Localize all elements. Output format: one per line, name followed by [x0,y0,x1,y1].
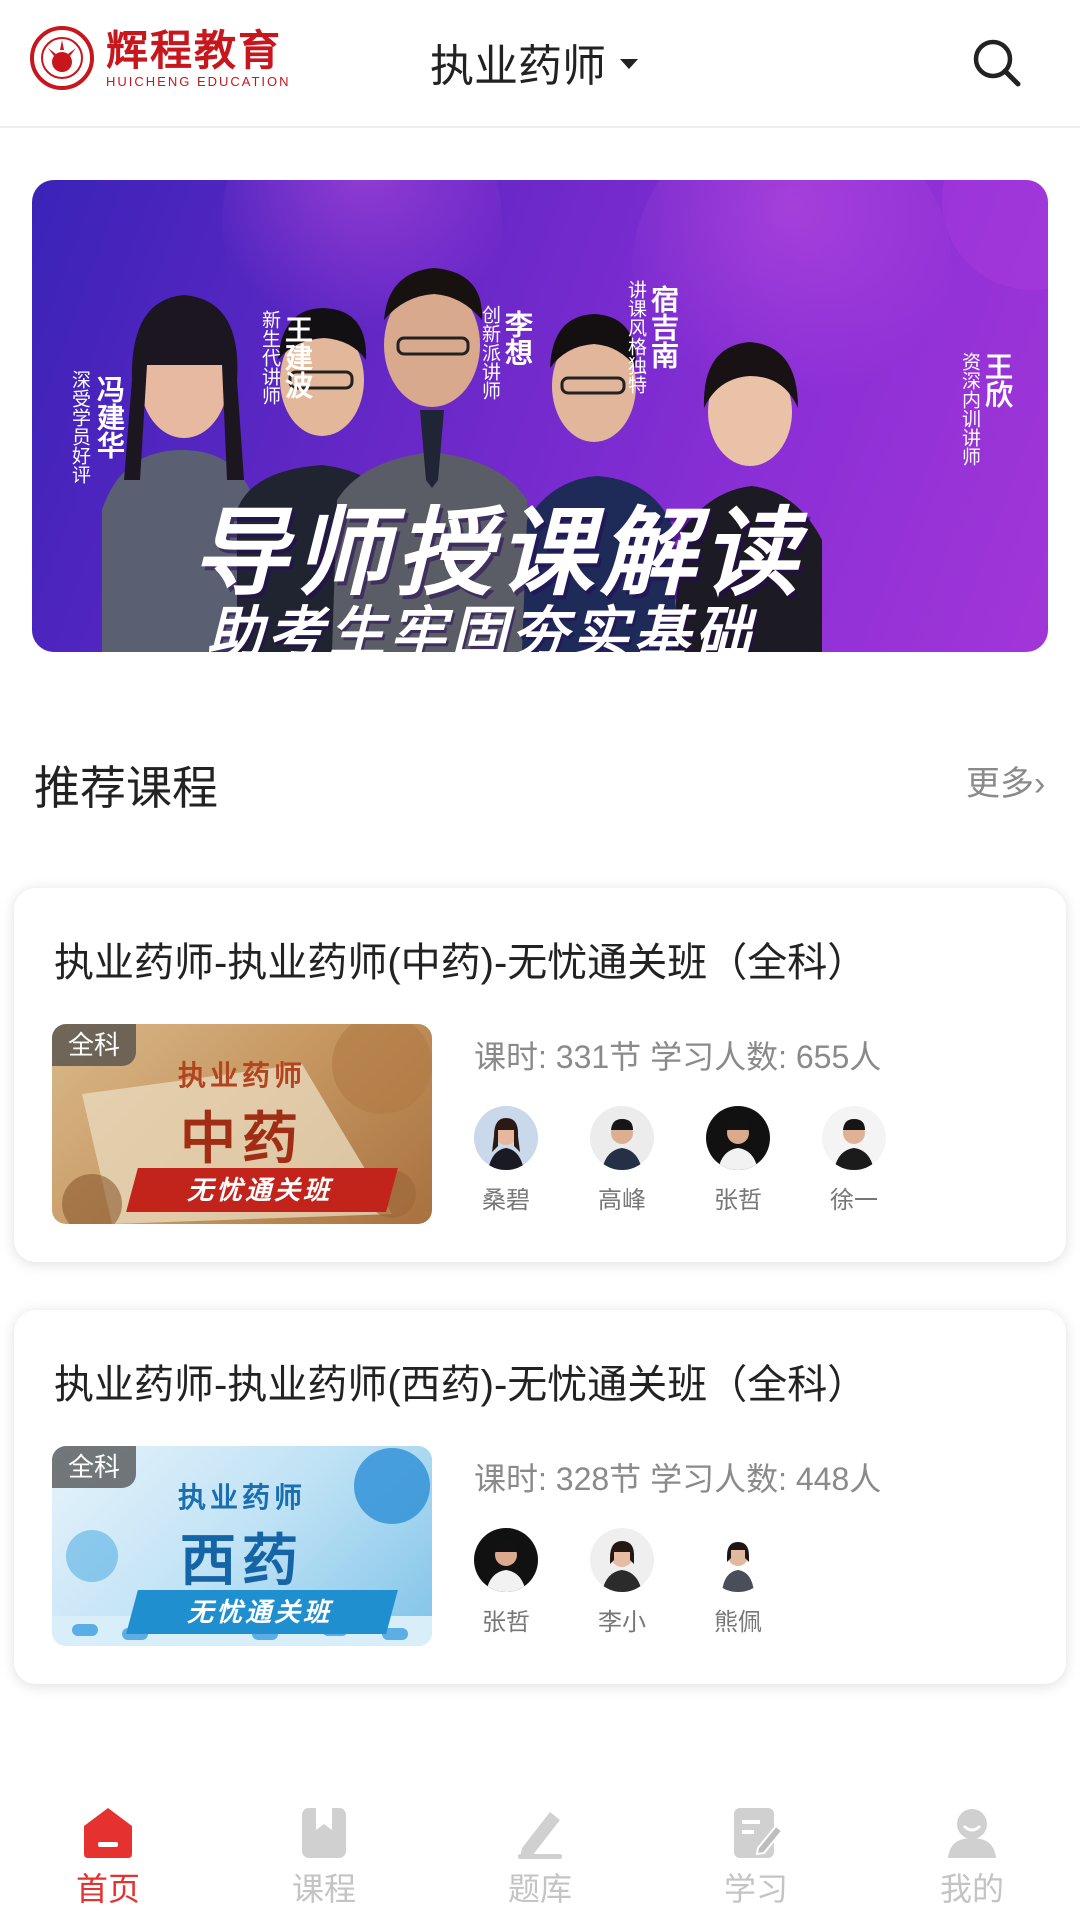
banner-teacher-name: 王欣 [982,352,1013,408]
teacher-name: 徐一 [830,1187,878,1214]
banner-teacher-desc: 深受学员好评 [69,370,90,484]
teacher-list: 张哲 李小 熊佩 [474,1528,822,1637]
teacher-item[interactable]: 张哲 [474,1528,538,1637]
tab-label: 学习 [723,1871,788,1907]
avatar [590,1106,654,1170]
course-card[interactable]: 执业药师-执业药师(西药)-无忧通关班（全科） 全科 执业药师 西药 无忧通关班… [14,1310,1066,1684]
teacher-item[interactable]: 李小 [590,1528,654,1637]
logo-chinese-name: 辉程教育 [106,26,283,74]
tab-study[interactable]: 学习 [648,1800,864,1920]
tab-label: 首页 [75,1871,140,1907]
exam-category-dropdown[interactable]: 执业药师 [430,30,638,94]
banner-teacher-desc: 讲课风格独特 [625,280,646,394]
teacher-item[interactable]: 高峰 [590,1106,654,1215]
thumbnail-title: 中药 [180,1107,304,1170]
banner-teacher-desc: 创新派讲师 [479,305,500,400]
tab-question-bank[interactable]: 题库 [432,1800,648,1920]
thumbnail-ribbon: 无忧通关班 [126,1590,398,1634]
tab-home[interactable]: 首页 [0,1800,216,1920]
tab-label: 我的 [939,1871,1004,1907]
pencil-icon [518,1812,562,1859]
course-stats: 课时: 328节 学习人数: 448人 [474,1461,882,1497]
logo-english-name: HUICHENG EDUCATION [106,73,291,89]
tab-profile[interactable]: 我的 [864,1800,1080,1920]
edit-note-icon [734,1808,784,1858]
bottom-tab-bar: 首页 课程 题库 学习 我的 [0,1800,1080,1920]
bookmark-icon [302,1808,346,1858]
banner-teacher-name: 宿吉南 [648,285,679,369]
avatar [706,1106,770,1170]
teacher-name: 张哲 [482,1609,530,1636]
home-icon [84,1808,132,1858]
logo-emblem-icon [30,26,94,90]
teacher-item[interactable]: 桑碧 [474,1106,538,1215]
tab-label: 题库 [507,1871,572,1907]
banner-teacher-name: 王建波 [282,315,313,399]
course-thumbnail[interactable]: 全科 执业药师 中药 无忧通关班 [52,1024,432,1224]
thumbnail-title: 西药 [180,1529,304,1592]
course-title: 执业药师-执业药师(西药)-无忧通关班（全科） [54,1363,868,1407]
avatar [706,1528,770,1592]
teacher-name: 熊佩 [714,1609,762,1636]
teacher-list: 桑碧 高峰 张哲 徐一 [474,1106,938,1215]
exam-category-label: 执业药师 [430,42,606,91]
teacher-name: 桑碧 [482,1187,530,1214]
teacher-item[interactable]: 徐一 [822,1106,886,1215]
promo-banner[interactable]: 导师授课解读 助考生牢固夯实基础 冯建华 深受学员好评 王建波 新生代讲师 李想… [32,180,1048,652]
more-courses-link[interactable]: 更多› [966,756,1045,805]
banner-teacher-name: 李想 [502,310,533,366]
teacher-name: 李小 [598,1609,646,1636]
thumbnail-ribbon: 无忧通关班 [126,1168,398,1212]
course-thumbnail[interactable]: 全科 执业药师 西药 无忧通关班 [52,1446,432,1646]
course-stats: 课时: 331节 学习人数: 655人 [474,1039,882,1075]
avatar [590,1528,654,1592]
caret-down-icon [620,59,638,69]
teacher-name: 张哲 [714,1187,762,1214]
avatar [822,1106,886,1170]
course-card[interactable]: 执业药师-执业药师(中药)-无忧通关班（全科） 全科 执业药师 中药 无忧通关班… [14,888,1066,1262]
banner-teacher-name: 冯建华 [94,375,125,459]
top-header: 辉程教育 HUICHENG EDUCATION 执业药师 [0,0,1080,128]
tab-label: 课程 [291,1871,356,1907]
teacher-item[interactable]: 张哲 [706,1106,770,1215]
user-icon [948,1809,996,1858]
recommended-courses-title: 推荐课程 [34,762,218,814]
avatar [474,1528,538,1592]
thumbnail-subtitle: 执业药师 [177,1060,306,1091]
banner-subheadline: 助考生牢固夯实基础 [207,601,756,652]
thumbnail-subtitle: 执业药师 [177,1482,306,1513]
brand-logo[interactable]: 辉程教育 HUICHENG EDUCATION [30,26,291,90]
teacher-item[interactable]: 熊佩 [706,1528,770,1637]
banner-teacher-desc: 新生代讲师 [259,310,280,405]
course-title: 执业药师-执业药师(中药)-无忧通关班（全科） [54,941,868,985]
teacher-name: 高峰 [598,1187,646,1214]
search-icon[interactable] [968,34,1024,90]
banner-teacher-desc: 资深内训讲师 [959,352,980,466]
avatar [474,1106,538,1170]
tab-courses[interactable]: 课程 [216,1800,432,1920]
